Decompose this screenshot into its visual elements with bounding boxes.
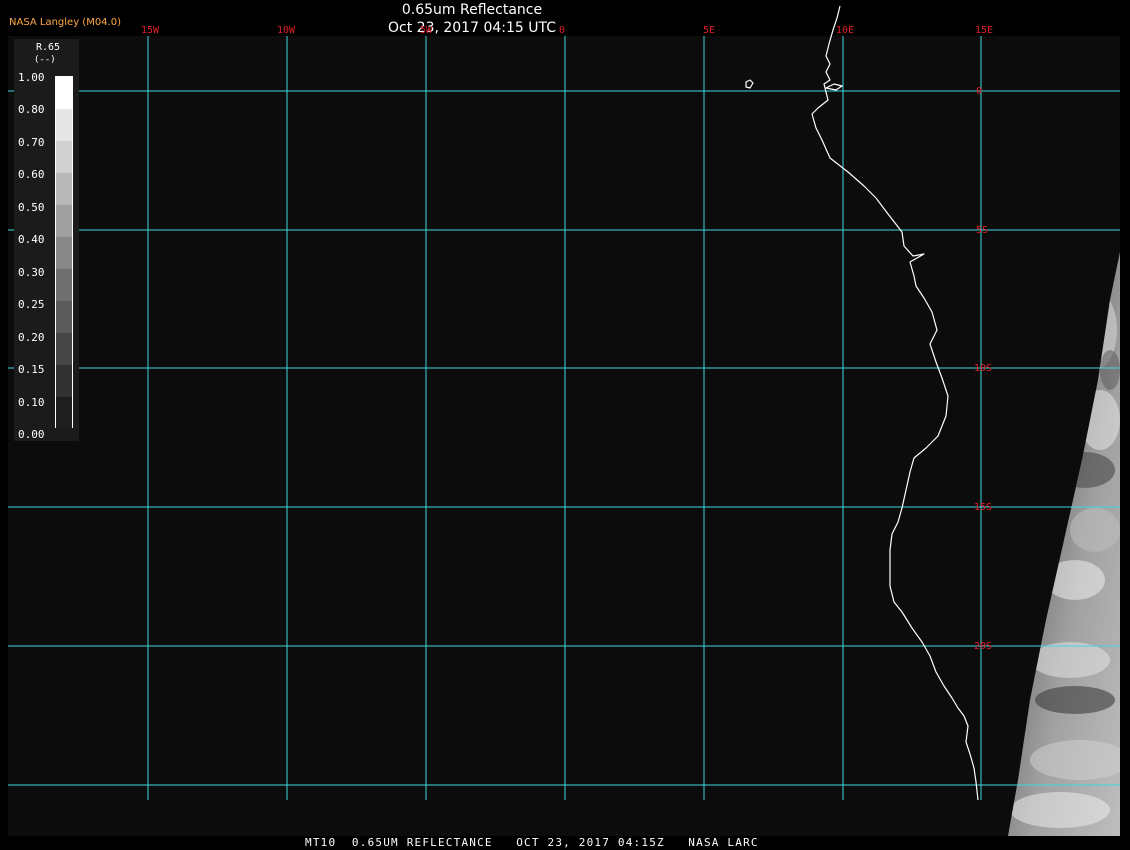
legend-swatch: [56, 141, 72, 174]
lat-label-20s: 20S: [974, 641, 992, 652]
lat-label-5s: 5S: [976, 225, 988, 236]
legend-swatch: [56, 77, 72, 110]
lon-label-0: 0: [559, 25, 565, 36]
island-sao-tome: [745, 79, 754, 89]
lon-label-10e: 10E: [836, 25, 854, 36]
legend-color-ramp: [55, 76, 73, 430]
legend-swatch: [56, 333, 72, 366]
legend-swatch: [56, 269, 72, 302]
legend-swatch: [56, 109, 72, 142]
lat-label-0: 0: [976, 86, 982, 97]
legend-tick-label: 0.80: [18, 103, 45, 117]
legend-tick-label: 1.00: [18, 71, 45, 84]
legend-swatch: [56, 173, 72, 206]
legend-tick-label: 0.00: [18, 428, 45, 441]
legend-unit: (--): [34, 55, 56, 65]
cloud-texture: [1008, 252, 1120, 836]
satellite-image-viewer: 0.65um Reflectance Oct 23, 2017 04:15 UT…: [0, 0, 1130, 850]
legend-swatch: [56, 365, 72, 398]
lon-label-5e: 5E: [703, 25, 715, 36]
lon-label-5w: 5W: [420, 25, 433, 36]
map-canvas: 15W 10W 5W 0 5E 10E 15E 0 5S 10S 15S 20S: [8, 5, 1120, 836]
legend-swatch: [56, 397, 72, 430]
lon-label-10w: 10W: [277, 25, 296, 36]
legend-tick-label: 0.30: [18, 265, 45, 279]
legend-swatch: [56, 301, 72, 334]
legend-tick-label: 0.20: [18, 330, 45, 344]
legend-variable: R.65: [36, 42, 61, 53]
legend-swatch: [56, 237, 72, 270]
legend-tick-label: 0.40: [18, 233, 45, 247]
lon-label-15w: 15W: [141, 25, 160, 36]
legend-tick-label: 0.70: [18, 135, 45, 149]
island-bioko: [825, 83, 843, 91]
lat-label-15s: 15S: [974, 502, 992, 513]
legend-tick-label: 0.15: [18, 363, 45, 377]
legend-tick-label: 0.10: [18, 395, 45, 409]
lat-label-10s: 10S: [974, 363, 992, 374]
image-caption: MT10 0.65UM REFLECTANCE OCT 23, 2017 04:…: [305, 836, 759, 849]
coastline: [745, 5, 979, 801]
lon-label-15e: 15E: [975, 25, 993, 36]
legend-swatch: [56, 205, 72, 238]
coastline-africa: [811, 5, 979, 801]
satellite-swath: [1008, 252, 1120, 836]
graticule: [8, 36, 1120, 800]
grid-labels: 15W 10W 5W 0 5E 10E 15E 0 5S 10S 15S 20S: [141, 25, 993, 652]
color-legend: R.65 (--) 1.00 0.80 0.70 0.60 0.50 0.40 0.30 0.…: [14, 39, 79, 441]
legend-tick-label: 0.25: [18, 298, 45, 312]
legend-tick-label: 0.50: [18, 200, 45, 214]
legend-tick-label: 0.60: [18, 168, 45, 182]
